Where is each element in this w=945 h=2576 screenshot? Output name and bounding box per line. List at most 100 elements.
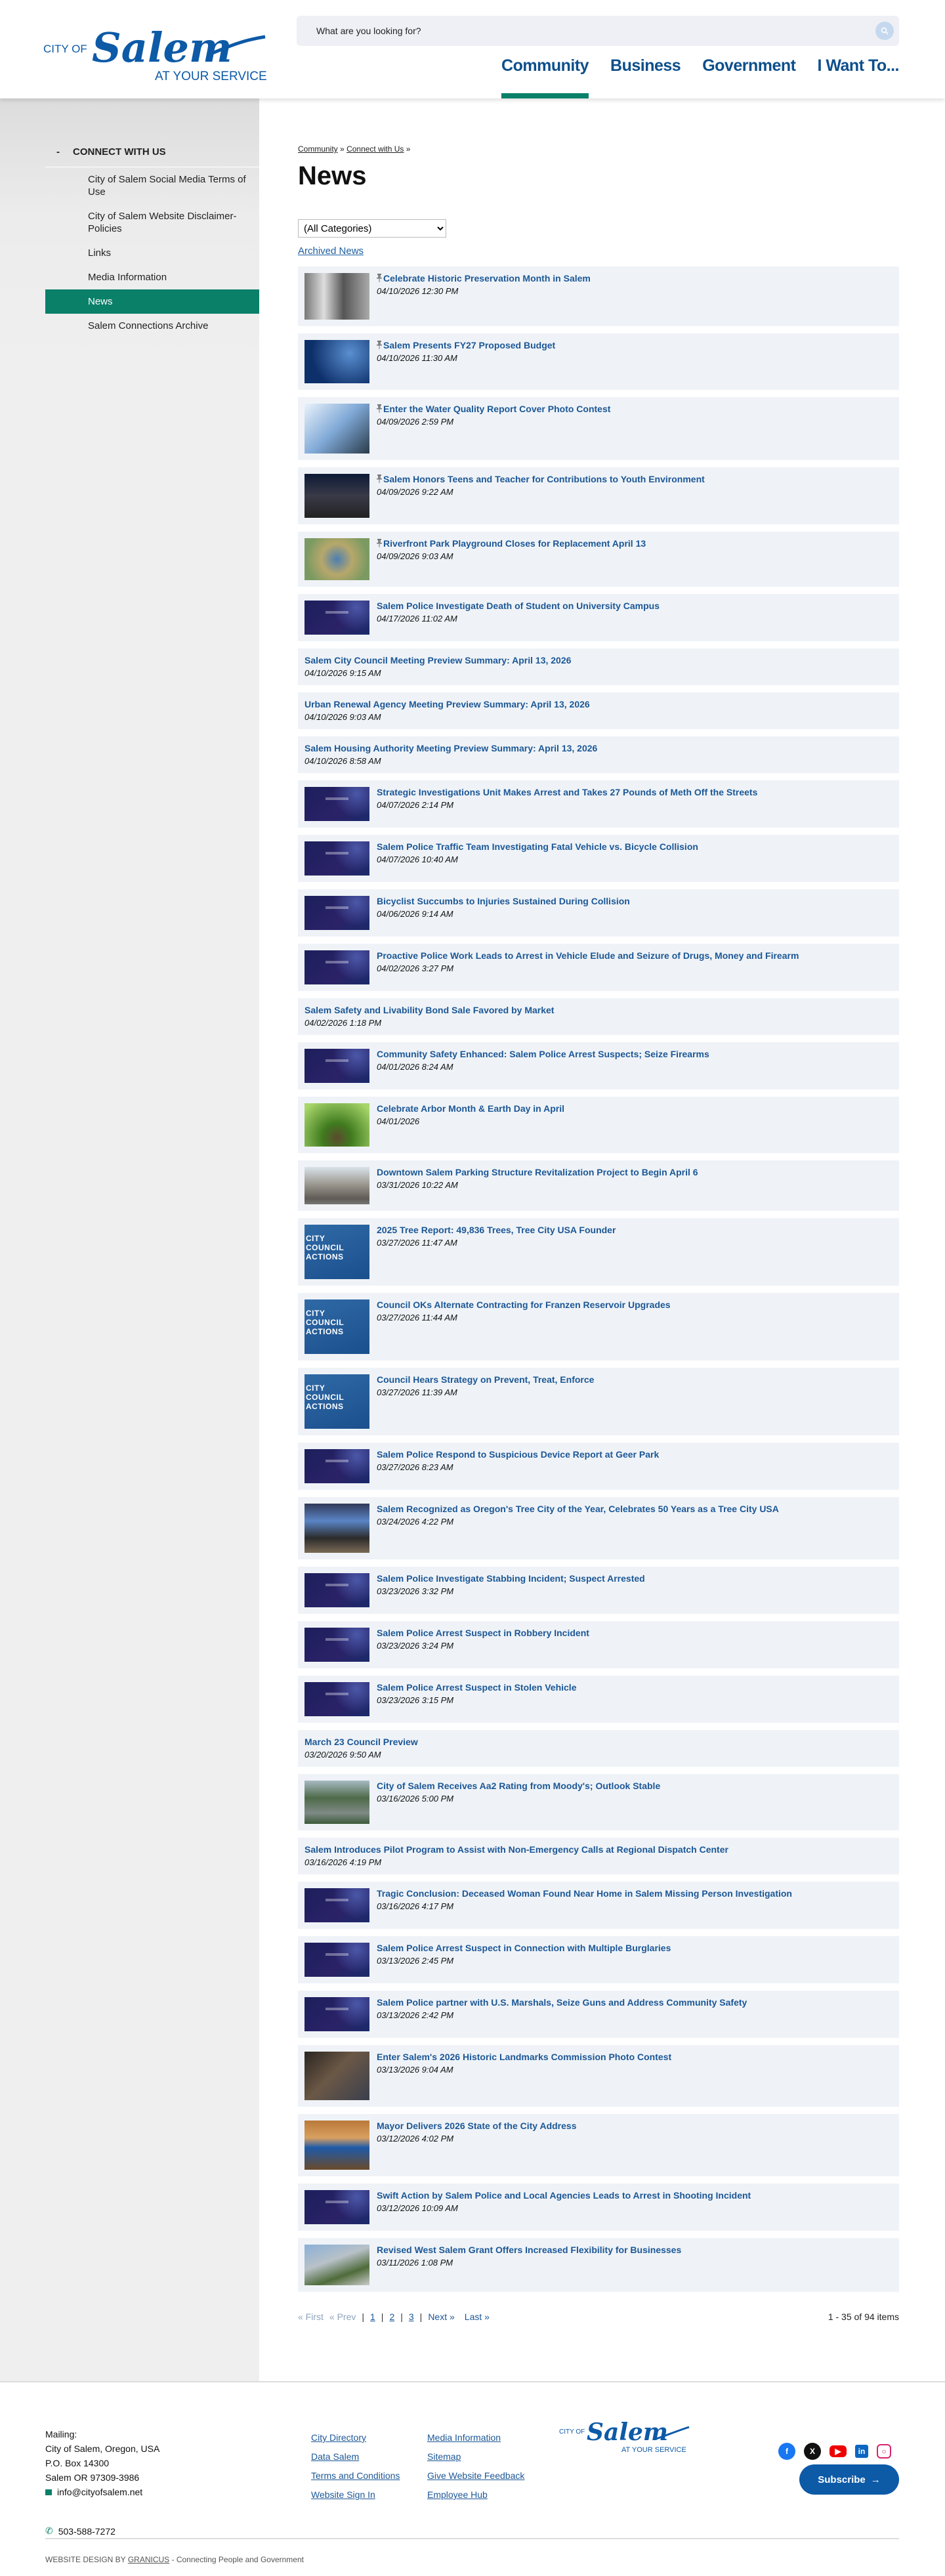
news-thumbnail[interactable] bbox=[304, 2245, 369, 2285]
sidebar-item[interactable]: Links bbox=[45, 241, 259, 265]
sidebar-item[interactable]: City of Salem Social Media Terms of Use bbox=[45, 167, 259, 204]
footer-link[interactable]: Data Salem bbox=[311, 2451, 427, 2462]
news-title-link[interactable]: Celebrate Historic Preservation Month in… bbox=[383, 273, 591, 284]
news-title-link[interactable]: Salem Housing Authority Meeting Preview … bbox=[304, 743, 597, 753]
news-thumbnail[interactable]: CITY COUNCIL ACTIONS bbox=[304, 1299, 369, 1354]
news-thumbnail[interactable] bbox=[304, 1167, 369, 1204]
news-title-link[interactable]: Salem Police Arrest Suspect in Connectio… bbox=[377, 1943, 671, 1953]
pager-next[interactable]: Next » bbox=[428, 2312, 454, 2322]
news-title-link[interactable]: Salem Honors Teens and Teacher for Contr… bbox=[383, 474, 705, 484]
news-title-link[interactable]: Salem Police Investigate Death of Studen… bbox=[377, 601, 660, 611]
email-link[interactable]: info@cityofsalem.net bbox=[57, 2485, 142, 2499]
news-thumbnail[interactable] bbox=[304, 787, 369, 821]
news-title-link[interactable]: Salem Presents FY27 Proposed Budget bbox=[383, 340, 555, 350]
city-of-salem-logo[interactable]: CITY OF Salem AT YOUR SERVICE bbox=[43, 14, 266, 85]
news-thumbnail[interactable]: CITY COUNCIL ACTIONS bbox=[304, 1225, 369, 1279]
search-input[interactable]: What are you looking for? bbox=[297, 16, 899, 46]
news-title-link[interactable]: Mayor Delivers 2026 State of the City Ad… bbox=[377, 2121, 577, 2131]
news-thumbnail[interactable] bbox=[304, 340, 369, 383]
news-title-link[interactable]: Salem Police Arrest Suspect in Stolen Ve… bbox=[377, 1682, 577, 1693]
news-title-link[interactable]: Salem Introduces Pilot Program to Assist… bbox=[304, 1844, 728, 1855]
nav-government[interactable]: Government bbox=[702, 56, 796, 98]
news-title-link[interactable]: Downtown Salem Parking Structure Revital… bbox=[377, 1167, 698, 1177]
news-thumbnail[interactable] bbox=[304, 538, 369, 580]
news-title-link[interactable]: Salem Police partner with U.S. Marshals,… bbox=[377, 1997, 747, 2008]
news-thumbnail[interactable] bbox=[304, 1573, 369, 1607]
news-title-link[interactable]: Salem Police Investigate Stabbing Incide… bbox=[377, 1573, 645, 1584]
youtube-icon[interactable]: ▶ bbox=[830, 2445, 847, 2457]
news-title-link[interactable]: Enter the Water Quality Report Cover Pho… bbox=[383, 404, 610, 414]
news-title-link[interactable]: Council Hears Strategy on Prevent, Treat… bbox=[377, 1374, 594, 1385]
news-thumbnail[interactable] bbox=[304, 1682, 369, 1716]
news-thumbnail[interactable] bbox=[304, 950, 369, 984]
news-thumbnail[interactable] bbox=[304, 1781, 369, 1824]
breadcrumb-connect-with-us[interactable]: Connect with Us bbox=[346, 144, 404, 154]
news-thumbnail[interactable] bbox=[304, 474, 369, 518]
search-button[interactable] bbox=[875, 22, 894, 40]
footer-link[interactable]: Employee Hub bbox=[427, 2489, 539, 2500]
footer-link[interactable]: Sitemap bbox=[427, 2451, 539, 2462]
news-thumbnail[interactable] bbox=[304, 841, 369, 876]
news-title-link[interactable]: Salem Recognized as Oregon's Tree City o… bbox=[377, 1504, 779, 1514]
news-thumbnail[interactable] bbox=[304, 1997, 369, 2031]
news-thumbnail[interactable] bbox=[304, 896, 369, 930]
subscribe-button[interactable]: Subscribe → bbox=[799, 2464, 899, 2495]
sidebar-item[interactable]: Salem Connections Archive bbox=[45, 314, 259, 338]
x-icon[interactable]: X bbox=[804, 2443, 821, 2460]
footer-logo[interactable]: CITY OF Salem AT YOUR SERVICE bbox=[559, 2414, 690, 2456]
news-title-link[interactable]: Council OKs Alternate Contracting for Fr… bbox=[377, 1299, 671, 1310]
news-title-link[interactable]: Swift Action by Salem Police and Local A… bbox=[377, 2190, 751, 2201]
news-title-link[interactable]: Salem Police Traffic Team Investigating … bbox=[377, 841, 698, 852]
news-thumbnail[interactable] bbox=[304, 1628, 369, 1662]
news-thumbnail[interactable] bbox=[304, 404, 369, 454]
pager-last[interactable]: Last » bbox=[465, 2312, 490, 2322]
footer-link[interactable]: Terms and Conditions bbox=[311, 2470, 427, 2481]
nav-community[interactable]: Community bbox=[501, 56, 589, 98]
news-title-link[interactable]: Celebrate Arbor Month & Earth Day in Apr… bbox=[377, 1103, 564, 1114]
news-title-link[interactable]: City of Salem Receives Aa2 Rating from M… bbox=[377, 1781, 660, 1791]
news-title-link[interactable]: Proactive Police Work Leads to Arrest in… bbox=[377, 950, 799, 961]
linkedin-icon[interactable]: in bbox=[855, 2445, 868, 2458]
category-select[interactable]: (All Categories) bbox=[298, 219, 446, 238]
news-title-link[interactable]: Enter Salem's 2026 Historic Landmarks Co… bbox=[377, 2052, 671, 2062]
news-thumbnail[interactable] bbox=[304, 1103, 369, 1147]
sidebar-item[interactable]: Media Information bbox=[45, 265, 259, 289]
footer-link[interactable]: Media Information bbox=[427, 2432, 539, 2443]
news-thumbnail[interactable] bbox=[304, 1943, 369, 1977]
footer-link[interactable]: Give Website Feedback bbox=[427, 2470, 539, 2481]
news-title-link[interactable]: March 23 Council Preview bbox=[304, 1737, 418, 1747]
news-thumbnail[interactable]: CITY COUNCIL ACTIONS bbox=[304, 1374, 369, 1429]
instagram-icon[interactable]: ○ bbox=[877, 2444, 891, 2459]
pager-page-1[interactable]: 1 bbox=[370, 2312, 375, 2322]
nav-i-want-to[interactable]: I Want To... bbox=[817, 56, 899, 98]
news-title-link[interactable]: Riverfront Park Playground Closes for Re… bbox=[383, 538, 646, 549]
news-title-link[interactable]: Salem City Council Meeting Preview Summa… bbox=[304, 655, 571, 665]
news-thumbnail[interactable] bbox=[304, 1449, 369, 1483]
news-title-link[interactable]: Revised West Salem Grant Offers Increase… bbox=[377, 2245, 681, 2255]
news-thumbnail[interactable] bbox=[304, 2121, 369, 2170]
granicus-link[interactable]: GRANICUS bbox=[128, 2555, 169, 2564]
facebook-icon[interactable]: f bbox=[778, 2443, 795, 2460]
news-thumbnail[interactable] bbox=[304, 1049, 369, 1083]
phone-number[interactable]: 503-588-7272 bbox=[58, 2526, 116, 2537]
news-title-link[interactable]: 2025 Tree Report: 49,836 Trees, Tree Cit… bbox=[377, 1225, 616, 1235]
footer-link[interactable]: City Directory bbox=[311, 2432, 427, 2443]
news-title-link[interactable]: Urban Renewal Agency Meeting Preview Sum… bbox=[304, 699, 590, 709]
news-thumbnail[interactable] bbox=[304, 601, 369, 635]
news-title-link[interactable]: Salem Police Respond to Suspicious Devic… bbox=[377, 1449, 659, 1460]
news-thumbnail[interactable] bbox=[304, 2052, 369, 2100]
news-title-link[interactable]: Tragic Conclusion: Deceased Woman Found … bbox=[377, 1888, 792, 1899]
pager-page-2[interactable]: 2 bbox=[389, 2312, 394, 2322]
footer-link[interactable]: Website Sign In bbox=[311, 2489, 427, 2500]
sidebar-section-connect-with-us[interactable]: - CONNECT WITH US bbox=[45, 146, 259, 167]
archived-news-link[interactable]: Archived News bbox=[298, 245, 899, 257]
news-thumbnail[interactable] bbox=[304, 2190, 369, 2224]
news-title-link[interactable]: Bicyclist Succumbs to Injuries Sustained… bbox=[377, 896, 630, 906]
news-thumbnail[interactable] bbox=[304, 1888, 369, 1922]
collapse-icon[interactable]: - bbox=[56, 146, 60, 158]
sidebar-item[interactable]: City of Salem Website Disclaimer-Policie… bbox=[45, 204, 259, 241]
sidebar-item[interactable]: News bbox=[45, 289, 259, 314]
news-title-link[interactable]: Community Safety Enhanced: Salem Police … bbox=[377, 1049, 709, 1059]
nav-business[interactable]: Business bbox=[610, 56, 681, 98]
news-title-link[interactable]: Strategic Investigations Unit Makes Arre… bbox=[377, 787, 757, 797]
